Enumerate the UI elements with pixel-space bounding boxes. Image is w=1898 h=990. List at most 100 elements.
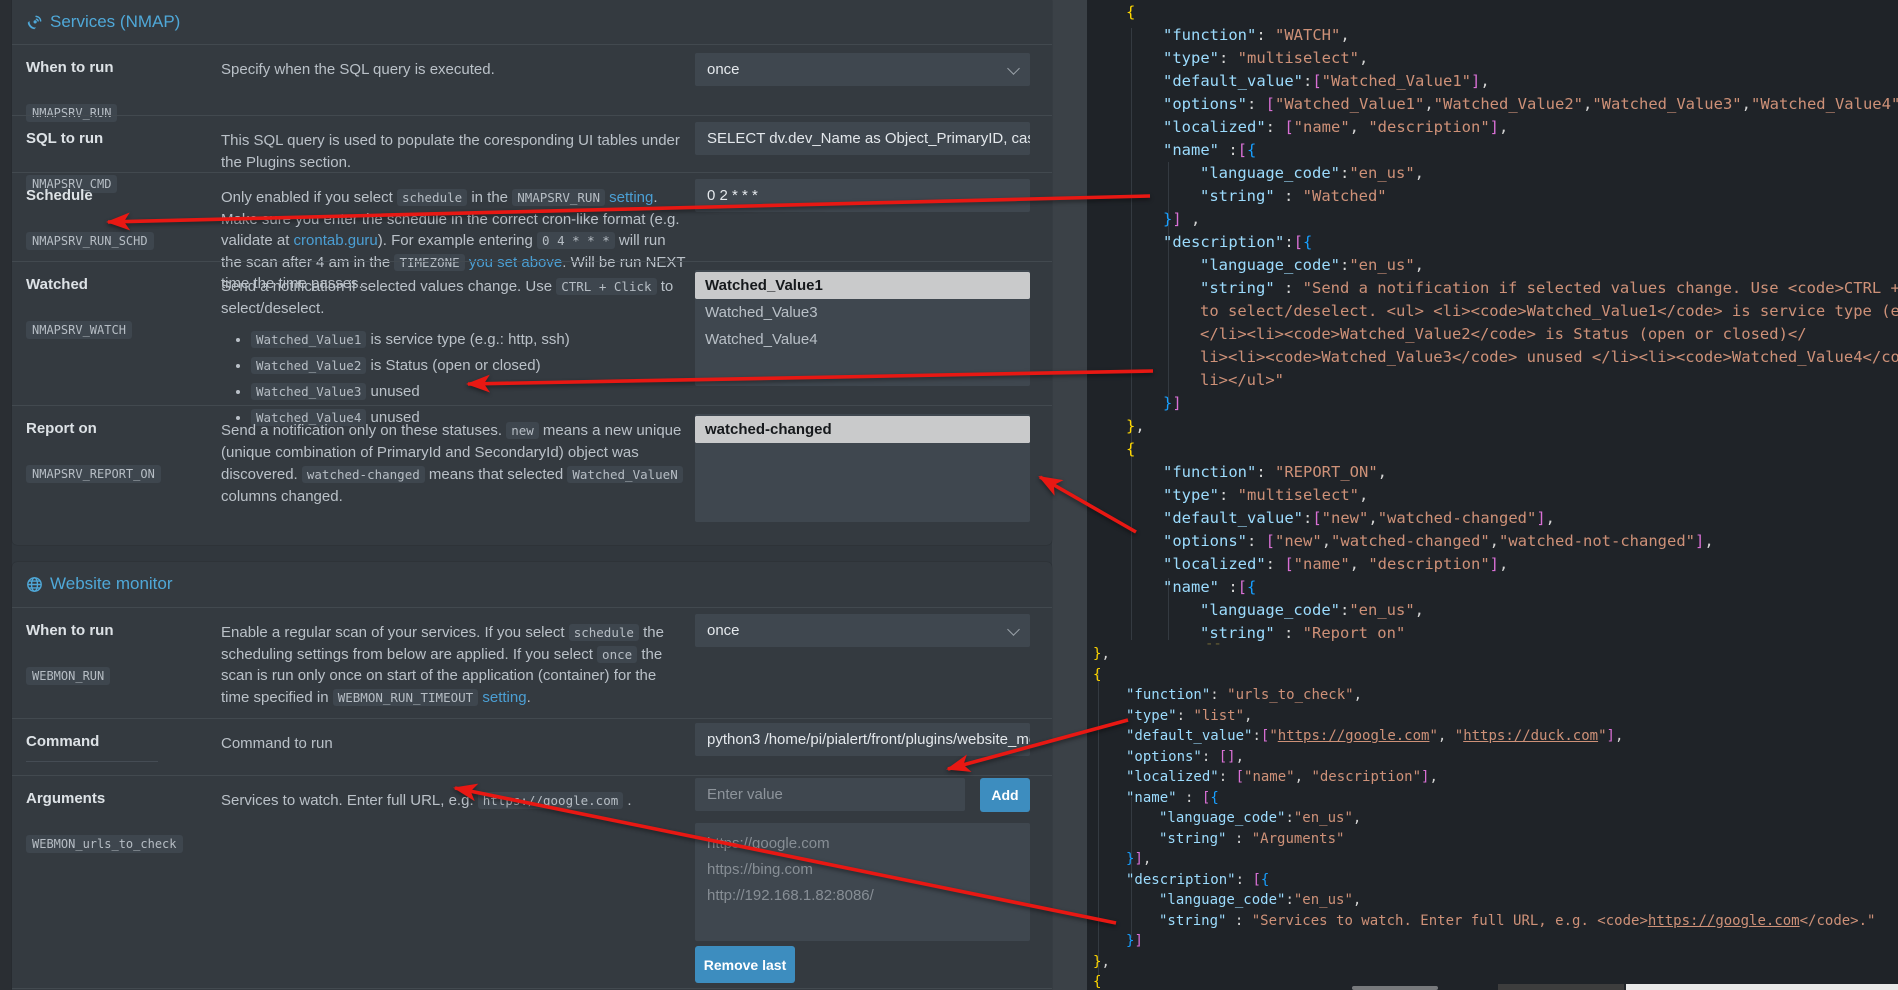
webmon-run-select[interactable]: once — [695, 614, 1030, 647]
input-value: SELECT dv.dev_Name as Object_PrimaryID, … — [707, 130, 1030, 147]
code-chip: Watched_ValueN — [567, 466, 682, 483]
code-line: li></ul>" — [1126, 369, 1898, 392]
code-line: "language_code":"en_us", — [1093, 890, 1875, 911]
setting-description: Send a notification only on these status… — [221, 420, 689, 508]
code-line: }] — [1126, 392, 1898, 415]
row-nmapsrv-report-on: Report on NMAPSRV_REPORT_ON Send a notif… — [12, 405, 1052, 529]
code-line: "localized": ["name", "description"], — [1126, 553, 1898, 576]
code-chip: new — [506, 422, 539, 439]
code-line: "options": [], — [1093, 747, 1875, 768]
code-chip: watched-changed — [302, 466, 425, 483]
code-line: "name" :[{ — [1126, 576, 1898, 599]
code-line: "localized": ["name", "description"], — [1093, 767, 1875, 788]
code-line: "string" : "Watched" — [1126, 185, 1898, 208]
code-line: </li><li><code>Watched_Value2</code> is … — [1126, 323, 1898, 346]
code-line: { — [1093, 665, 1875, 686]
setting-key-chip: WEBMON_urls_to_check — [26, 835, 183, 853]
code-line: "default_value":["https://google.com", "… — [1093, 726, 1875, 747]
card-header-nmap: Services (NMAP) — [12, 0, 1052, 45]
inline-link[interactable]: setting — [609, 189, 653, 206]
setting-label: Report on — [26, 420, 211, 437]
row-nmapsrv-run-schd: Schedule NMAPSRV_RUN_SCHD Only enabled i… — [12, 172, 1052, 262]
card-header-webmon: Website monitor — [12, 562, 1052, 608]
row-webmon-command: Command Command to run python3 /home/pi/… — [12, 718, 1052, 776]
code-chip: Watched_Value3 — [251, 383, 366, 400]
code-line: "name" : [{ — [1093, 788, 1875, 809]
setting-label: Watched — [26, 276, 211, 293]
code-chip: https://google.com — [478, 792, 623, 809]
setting-description: Services to watch. Enter full URL, e.g. … — [221, 790, 689, 812]
code-line: "function": "REPORT_ON", — [1126, 461, 1898, 484]
input-value: python3 /home/pi/pialert/front/plugins/w… — [707, 731, 1030, 748]
select-option[interactable]: Watched_Value1 — [695, 272, 1030, 299]
url-entry-input[interactable]: Enter value — [695, 778, 965, 811]
code-line: "string" : "Report on" — [1126, 622, 1898, 645]
code-line: "string" : "Arguments" — [1093, 829, 1875, 850]
code-line: "type": "multiselect", — [1126, 47, 1898, 70]
list-item: Watched_Value2 is Status (open or closed… — [251, 355, 689, 376]
select-option[interactable]: watched-changed — [695, 416, 1030, 443]
json-code-editor[interactable]: { "function": "WATCH","type": "multiselec… — [1087, 0, 1898, 990]
setting-label: SQL to run — [26, 130, 211, 147]
code-line: }, — [1093, 952, 1875, 973]
setting-key-chip: NMAPSRV_WATCH — [26, 321, 132, 339]
horizontal-scrollbar-thumb[interactable] — [1498, 984, 1624, 990]
code-line: }, — [1093, 644, 1875, 665]
inline-link[interactable]: setting — [482, 689, 526, 706]
code-block: { "function": "WATCH","type": "multiselec… — [1126, 1, 1898, 645]
code-line: "language_code":"en_us", — [1093, 808, 1875, 829]
url-list-textarea[interactable]: https://google.com https://bing.com http… — [695, 823, 1030, 941]
input-value: 0 2 * * * — [707, 187, 758, 204]
code-chip: Watched_Value1 — [251, 331, 366, 348]
code-line: "function": "WATCH", — [1126, 24, 1898, 47]
code-line: "function": "urls_to_check", — [1093, 685, 1875, 706]
schedule-input[interactable]: 0 2 * * * — [695, 179, 1030, 212]
list-item: Watched_Value1 is service type (e.g.: ht… — [251, 329, 689, 350]
setting-label: Arguments — [26, 790, 211, 807]
remove-last-button[interactable]: Remove last — [695, 946, 795, 983]
report-on-multiselect[interactable]: newwatched-changedwatched-not-changed — [695, 414, 1030, 522]
code-line: "type": "list", — [1093, 706, 1875, 727]
code-line: }] — [1093, 931, 1875, 952]
code-line: "options": ["Watched_Value1","Watched_Va… — [1126, 93, 1898, 116]
setting-description: Specify when the SQL query is executed. — [221, 59, 689, 81]
setting-description: Command to run — [221, 733, 689, 755]
code-line: }], — [1093, 849, 1875, 870]
select-option[interactable]: Watched_Value3 — [695, 299, 1030, 326]
input-placeholder: Enter value — [707, 786, 783, 803]
scrollbar-fragment[interactable] — [1352, 986, 1438, 990]
card-website-monitor: Website monitor When to run WEBMON_RUN E… — [12, 562, 1052, 990]
select-option[interactable]: Watched_Value4 — [695, 326, 1030, 353]
chevron-down-icon — [1007, 62, 1020, 75]
inline-link[interactable]: crontab.guru — [294, 232, 378, 249]
code-line: to select/deselect. <ul> <li><code>Watch… — [1126, 300, 1898, 323]
row-webmon-run: When to run WEBMON_RUN Enable a regular … — [12, 607, 1052, 719]
list-item: Watched_Value3 unused — [251, 381, 689, 402]
nmapsrv-run-select[interactable]: once — [695, 53, 1030, 86]
row-nmapsrv-watch: Watched NMAPSRV_WATCH Send a notificatio… — [12, 261, 1052, 406]
setting-description: Enable a regular scan of your services. … — [221, 622, 676, 708]
label-divider — [26, 761, 158, 762]
code-line: "name" :[{ — [1126, 139, 1898, 162]
code-line: }] , — [1126, 208, 1898, 231]
horizontal-scrollbar-track — [1626, 984, 1898, 990]
card-title-nmap: Services (NMAP) — [50, 12, 180, 32]
code-line: "localized": ["name", "description"], — [1126, 116, 1898, 139]
panel-gap — [1052, 0, 1087, 990]
code-line: "options": ["new","watched-changed","wat… — [1126, 530, 1898, 553]
setting-label: When to run — [26, 622, 211, 639]
code-line: }, — [1126, 415, 1898, 438]
code-line: { — [1126, 438, 1898, 461]
add-button[interactable]: Add — [980, 778, 1030, 812]
code-chip: 0 4 * * * — [537, 232, 615, 249]
command-input[interactable]: python3 /home/pi/pialert/front/plugins/w… — [695, 723, 1030, 756]
sql-query-input[interactable]: SELECT dv.dev_Name as Object_PrimaryID, … — [695, 122, 1030, 155]
card-services-nmap: Services (NMAP) When to run NMAPSRV_RUN … — [12, 0, 1052, 545]
code-block: },{"function": "urls_to_check","type": "… — [1093, 644, 1875, 990]
code-line: "default_value":["new","watched-changed"… — [1126, 507, 1898, 530]
select-value: once — [707, 622, 740, 639]
chevron-down-icon — [1007, 623, 1020, 636]
setting-description: This SQL query is used to populate the c… — [221, 130, 689, 174]
select-value: once — [707, 61, 740, 78]
watched-multiselect[interactable]: Watched_Value1Watched_Value2Watched_Valu… — [695, 270, 1030, 386]
